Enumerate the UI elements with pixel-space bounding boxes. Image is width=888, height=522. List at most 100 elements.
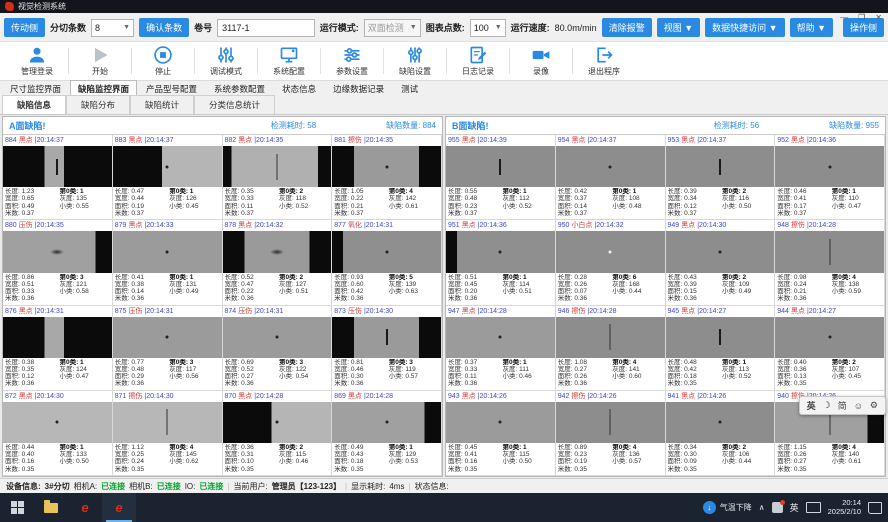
- confirm-strip-button[interactable]: 确认条数: [139, 18, 189, 37]
- defect-time: |20:14:31: [254, 308, 283, 315]
- defect-cell[interactable]: 882黑点|20:14:35长度: 0.35宽度: 0.33面积: 0.11米数…: [223, 135, 333, 220]
- defect-mark: [166, 165, 169, 168]
- current-user-value: 管理员【123-123】: [272, 481, 341, 492]
- subtab-3[interactable]: 分类信息统计: [194, 95, 275, 114]
- defect-cell[interactable]: 948擦伤|20:14:28长度: 0.98宽度: 0.24面积: 0.21米数…: [775, 220, 885, 305]
- defect-grid-a: 884黑点|20:14:37长度: 1.23宽度: 0.65面积: 0.49米数…: [3, 135, 442, 476]
- taskbar-app-button[interactable]: e: [68, 493, 102, 522]
- data-quick-access-menu-button[interactable]: 数据快捷访问 ▼: [705, 18, 784, 37]
- ime-emoji-icon[interactable]: ☺: [854, 401, 863, 411]
- roll-number-input[interactable]: 3117-1: [217, 19, 315, 37]
- defect-cell[interactable]: 947黑点|20:14:28长度: 0.37宽度: 0.33面积: 0.11米数…: [446, 306, 556, 391]
- panel-b-defect-count: 缺陷数量: 955: [829, 120, 879, 131]
- ime-language-indicator[interactable]: 英: [790, 501, 799, 514]
- defect-cell[interactable]: 876黑点|20:14:31长度: 0.38宽度: 0.35面积: 0.12米数…: [3, 306, 113, 391]
- toolbar-button-sliders-v[interactable]: 缺陷设置: [384, 45, 446, 77]
- subtab-0[interactable]: 缺陷信息: [2, 95, 66, 114]
- subtab-1[interactable]: 缺陷分布: [66, 95, 130, 114]
- tab-4[interactable]: 状态信息: [274, 80, 324, 97]
- defect-cell[interactable]: 877氧化|20:14:31长度: 0.93宽度: 0.60面积: 0.42米数…: [332, 220, 442, 305]
- defect-id: 952: [777, 137, 789, 144]
- defect-classification: 第0类: 1灰度: 108小类: 0.48: [612, 188, 662, 218]
- defect-metrics: 长度: 0.77宽度: 0.48面积: 0.29米数: 0.36: [115, 359, 169, 389]
- toolbar-button-tune[interactable]: 调试模式: [195, 45, 257, 77]
- clear-alarm-button[interactable]: 清除报警: [602, 18, 652, 37]
- help-menu-button[interactable]: 帮助 ▼: [790, 18, 833, 37]
- toolbar-button-sliders-h[interactable]: 参数设置: [321, 45, 383, 77]
- defect-cell[interactable]: 875压伤|20:14:31长度: 0.77宽度: 0.48面积: 0.29米数…: [113, 306, 223, 391]
- defect-cell[interactable]: 873压伤|20:14:30长度: 0.81宽度: 0.46面积: 0.30米数…: [332, 306, 442, 391]
- defect-info: 长度: 0.69宽度: 0.52面积: 0.27米数: 0.36第0类: 3灰度…: [223, 358, 332, 390]
- defect-cell[interactable]: 950小白点|20:14:32长度: 0.28宽度: 0.26面积: 0.07米…: [556, 220, 666, 305]
- start-button[interactable]: [0, 493, 34, 522]
- defect-cell[interactable]: 941黑点|20:14:26长度: 0.34宽度: 0.30面积: 0.09米数…: [666, 391, 776, 476]
- taskbar-clock[interactable]: 20:14 2025/2/10: [828, 499, 861, 516]
- ime-settings-icon[interactable]: ⚙: [870, 400, 878, 411]
- toolbar-button-stop[interactable]: 停止: [132, 45, 194, 77]
- subtab-2[interactable]: 缺陷统计: [130, 95, 194, 114]
- defect-cell[interactable]: 942擦伤|20:14:26长度: 0.89宽度: 0.23面积: 0.19米数…: [556, 391, 666, 476]
- defect-cell[interactable]: 944黑点|20:14:27长度: 0.40宽度: 0.36面积: 0.13米数…: [775, 306, 885, 391]
- weather-icon: ↓: [703, 501, 716, 514]
- defect-time: |20:14:39: [478, 137, 507, 144]
- defect-cell[interactable]: 945黑点|20:14:27长度: 0.48宽度: 0.42面积: 0.18米数…: [666, 306, 776, 391]
- tab-6[interactable]: 测试: [393, 80, 426, 97]
- defect-cell[interactable]: 870黑点|20:14:28长度: 0.36宽度: 0.31面积: 0.10米数…: [223, 391, 333, 476]
- defect-cell[interactable]: 883黑点|20:14:37长度: 0.47宽度: 0.44面积: 0.19米数…: [113, 135, 223, 220]
- maximize-button[interactable]: ❐: [858, 13, 865, 23]
- toolbar-button-user[interactable]: 管理登录: [6, 45, 68, 77]
- tab-5[interactable]: 边缘数据记录: [325, 80, 392, 97]
- toolbar-button-camera[interactable]: 录像: [510, 45, 572, 77]
- defect-cell[interactable]: 879黑点|20:14:33长度: 0.41宽度: 0.38面积: 0.14米数…: [113, 220, 223, 305]
- defect-cell[interactable]: 874压伤|20:14:31长度: 0.69宽度: 0.52面积: 0.27米数…: [223, 306, 333, 391]
- defect-cell[interactable]: 949黑点|20:14:30长度: 0.43宽度: 0.39面积: 0.15米数…: [666, 220, 776, 305]
- defect-cell[interactable]: 954黑点|20:14:37长度: 0.42宽度: 0.37面积: 0.14米数…: [556, 135, 666, 220]
- strip-count-select[interactable]: 8 ▼: [91, 19, 134, 37]
- defect-cell[interactable]: 951黑点|20:14:36长度: 0.51宽度: 0.45面积: 0.20米数…: [446, 220, 556, 305]
- ime-moon-icon[interactable]: ☽: [823, 400, 831, 411]
- drive-side-button[interactable]: 传动侧: [4, 18, 45, 37]
- taskbar-app-button-active[interactable]: e: [102, 493, 136, 522]
- tray-expand-icon[interactable]: ∧: [759, 503, 765, 512]
- defect-cell[interactable]: 872黑点|20:14:30长度: 0.44宽度: 0.40面积: 0.16米数…: [3, 391, 113, 476]
- view-menu-button[interactable]: 视图 ▼: [657, 18, 700, 37]
- defect-cell[interactable]: 953黑点|20:14:37长度: 0.39宽度: 0.34面积: 0.12米数…: [666, 135, 776, 220]
- file-explorer-button[interactable]: [34, 493, 68, 522]
- action-center-icon[interactable]: [868, 502, 882, 514]
- defect-cell[interactable]: 955黑点|20:14:39长度: 0.55宽度: 0.48面积: 0.23米数…: [446, 135, 556, 220]
- defect-cell[interactable]: 946擦伤|20:14:28长度: 1.08宽度: 0.27面积: 0.26米数…: [556, 306, 666, 391]
- defect-cell[interactable]: 869黑点|20:14:28长度: 0.49宽度: 0.43面积: 0.18米数…: [332, 391, 442, 476]
- defect-classification: 第0类: 1灰度: 111小类: 0.46: [502, 359, 552, 389]
- defect-cell[interactable]: 884黑点|20:14:37长度: 1.23宽度: 0.65面积: 0.49米数…: [3, 135, 113, 220]
- chart-points-select[interactable]: 100 ▼: [470, 19, 506, 37]
- defect-time: |20:14:28: [364, 393, 393, 400]
- defect-cell[interactable]: 881擦伤|20:14:35长度: 1.05宽度: 0.22面积: 0.21米数…: [332, 135, 442, 220]
- defect-cell[interactable]: 943黑点|20:14:26长度: 0.45宽度: 0.41面积: 0.16米数…: [446, 391, 556, 476]
- defect-count-value: 884: [423, 121, 436, 130]
- toolbar-button-log[interactable]: 日志记录: [447, 45, 509, 77]
- defect-time: |20:14:37: [35, 137, 64, 144]
- defect-image: [332, 231, 441, 272]
- run-mode-select[interactable]: 双面检测 ▼: [364, 19, 421, 37]
- defect-cell[interactable]: 871擦伤|20:14:30长度: 1.12宽度: 0.25面积: 0.24米数…: [113, 391, 223, 476]
- close-button[interactable]: ✕: [875, 13, 882, 23]
- ime-simplified-button[interactable]: 简: [838, 399, 847, 412]
- defect-metrics: 长度: 0.41宽度: 0.38面积: 0.14米数: 0.36: [115, 274, 169, 304]
- defect-cell-header: 942擦伤|20:14:26: [556, 391, 665, 402]
- defect-id: 955: [448, 137, 460, 144]
- minimize-button[interactable]: —: [840, 13, 848, 23]
- ime-lang-button[interactable]: 英: [807, 399, 816, 412]
- defect-time: |20:14:28: [254, 393, 283, 400]
- weather-widget[interactable]: ↓ 气温下降: [703, 501, 752, 514]
- keyboard-icon[interactable]: [806, 502, 821, 513]
- defect-cell[interactable]: 952黑点|20:14:36长度: 0.46宽度: 0.41面积: 0.17米数…: [775, 135, 885, 220]
- defect-cell[interactable]: 878黑点|20:14:32长度: 0.52宽度: 0.47面积: 0.22米数…: [223, 220, 333, 305]
- toolbar-button-play[interactable]: 开始: [69, 45, 131, 77]
- defect-cell[interactable]: 880压伤|20:14:35长度: 0.86宽度: 0.51面积: 0.33米数…: [3, 220, 113, 305]
- defect-info: 长度: 1.05宽度: 0.22面积: 0.21米数: 0.37第0类: 4灰度…: [332, 187, 441, 219]
- device-info-value: 3#分切: [45, 481, 70, 492]
- toolbar-button-monitor[interactable]: 系统配置: [258, 45, 320, 77]
- tray-notification-app-icon[interactable]: [772, 502, 783, 513]
- defect-id: 946: [558, 308, 570, 315]
- toolbar-button-exit[interactable]: 退出程序: [573, 45, 635, 77]
